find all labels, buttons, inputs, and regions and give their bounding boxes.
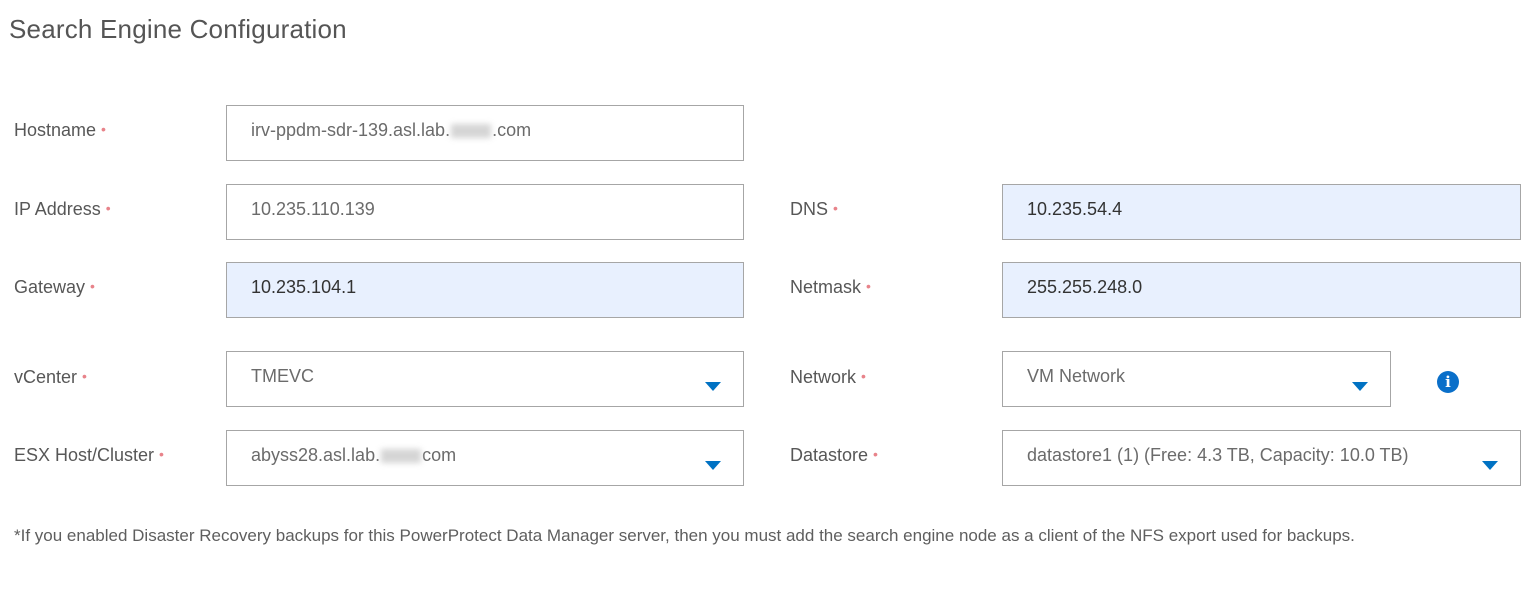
gateway-input[interactable]: 10.235.104.1: [226, 262, 744, 318]
netmask-label-text: Netmask: [790, 277, 862, 297]
esx-host-label: ESX Host/Cluster •: [14, 445, 164, 466]
ip-address-label: IP Address •: [14, 199, 111, 220]
required-marker: •: [873, 446, 878, 462]
hostname-label: Hostname •: [14, 120, 106, 141]
gateway-label-text: Gateway: [14, 277, 86, 297]
datastore-label: Datastore •: [790, 445, 878, 466]
netmask-label: Netmask •: [790, 277, 871, 298]
hostname-value-prefix: irv-ppdm-sdr-139.asl.lab.: [251, 120, 451, 140]
required-marker: •: [105, 200, 111, 216]
info-icon[interactable]: i: [1437, 371, 1459, 393]
vcenter-label-text: vCenter: [14, 367, 78, 387]
vcenter-label: vCenter •: [14, 367, 87, 388]
dns-label: DNS •: [790, 199, 838, 220]
esx-host-value-prefix: abyss28.asl.lab.: [251, 445, 381, 465]
hostname-value-suffix: .com: [492, 120, 532, 140]
vcenter-selected-value: TMEVC: [251, 366, 314, 386]
gateway-label: Gateway •: [14, 277, 95, 298]
required-marker: •: [82, 368, 87, 384]
caret-down-icon[interactable]: [1352, 382, 1368, 391]
required-marker: •: [101, 121, 106, 137]
ip-address-label-text: IP Address: [14, 199, 101, 219]
datastore-selected-value: datastore1 (1) (Free: 4.3 TB, Capacity: …: [1027, 445, 1409, 465]
page-title: Search Engine Configuration: [9, 14, 347, 44]
network-label: Network •: [790, 367, 866, 388]
esx-host-select[interactable]: abyss28.asl.lab. com: [226, 430, 744, 486]
dns-label-text: DNS: [790, 199, 829, 219]
datastore-label-text: Datastore: [790, 445, 869, 465]
esx-host-label-text: ESX Host/Cluster: [14, 445, 155, 465]
network-select[interactable]: VM Network: [1002, 351, 1391, 407]
required-marker: •: [159, 446, 164, 462]
required-marker: •: [866, 278, 871, 294]
ip-address-input[interactable]: 10.235.110.139: [226, 184, 744, 240]
dr-backup-note: *If you enabled Disaster Recovery backup…: [14, 526, 1355, 545]
network-label-text: Network: [790, 367, 857, 387]
network-selected-value: VM Network: [1027, 366, 1126, 386]
vcenter-select[interactable]: TMEVC: [226, 351, 744, 407]
caret-down-icon[interactable]: [705, 382, 721, 391]
required-marker: •: [833, 200, 838, 216]
required-marker: •: [861, 368, 866, 384]
hostname-label-text: Hostname: [14, 120, 97, 140]
caret-down-icon[interactable]: [1482, 461, 1498, 470]
required-marker: •: [90, 278, 95, 294]
esx-host-value-suffix: com: [422, 445, 457, 465]
datastore-select[interactable]: datastore1 (1) (Free: 4.3 TB, Capacity: …: [1002, 430, 1521, 486]
dns-input[interactable]: 10.235.54.4: [1002, 184, 1521, 240]
hostname-input[interactable]: irv-ppdm-sdr-139.asl.lab. .com: [226, 105, 744, 161]
redacted-text: [381, 449, 422, 464]
netmask-input[interactable]: 255.255.248.0: [1002, 262, 1521, 318]
caret-down-icon[interactable]: [705, 461, 721, 470]
redacted-text: [451, 124, 492, 139]
